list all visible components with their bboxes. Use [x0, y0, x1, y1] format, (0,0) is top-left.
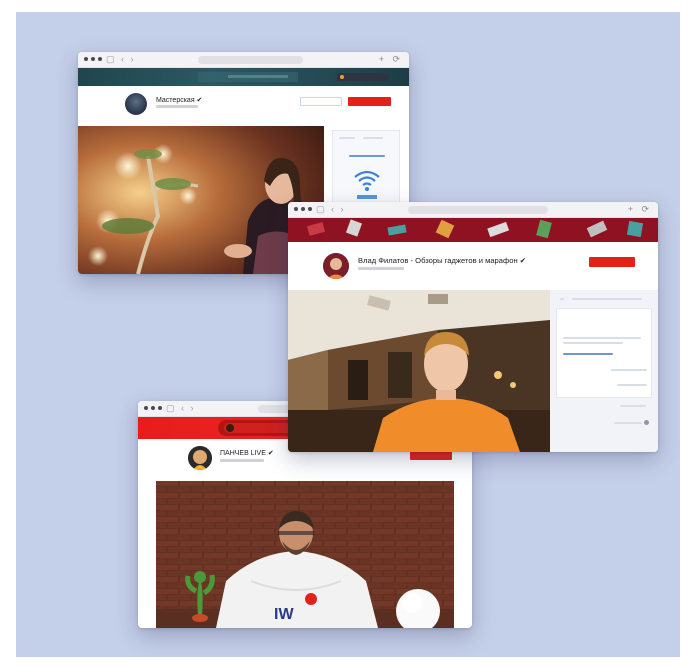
panel-heading [349, 155, 385, 157]
channel-avatar[interactable] [188, 446, 212, 470]
window-titlebar: ▢ ‹ › + ⟳ [288, 202, 658, 218]
channel-name[interactable]: ПАНЧЕВ LIVE ✔ [220, 449, 274, 457]
video-player[interactable] [288, 290, 550, 452]
promo-canvas: ▢ ‹ › + ⟳ Мастерская ✔ ▢ ‹ › ПАНЧЕВ LIVE… [16, 12, 680, 657]
channel-header: Влад Филатов - Обзоры гаджетов и марафон… [288, 242, 658, 290]
subscribe-button[interactable] [410, 451, 452, 460]
subscribe-button[interactable] [589, 257, 635, 267]
nav-icons[interactable]: ▢ ‹ › [316, 204, 346, 215]
channel-subscribers [156, 105, 198, 108]
chat-text [563, 342, 623, 344]
address-bar[interactable] [198, 56, 303, 64]
subscribe-button[interactable] [348, 97, 391, 106]
outline-button[interactable] [300, 97, 342, 106]
reload-icon[interactable]: + ⟳ [628, 204, 652, 215]
channel-name[interactable]: Влад Филатов - Обзоры гаджетов и марафон… [358, 256, 526, 265]
chat-text [563, 337, 641, 339]
nav-icons[interactable]: ▢ ‹ › [106, 54, 136, 65]
avatar-image [188, 446, 212, 470]
svg-text:IW: IW [274, 606, 294, 623]
chat-link[interactable] [563, 353, 613, 355]
panel-back-icon[interactable] [560, 298, 564, 300]
window-dots-icon[interactable] [84, 57, 102, 61]
reload-icon[interactable]: + ⟳ [379, 54, 403, 65]
wifi-icon [354, 170, 380, 199]
window-dots-icon[interactable] [294, 207, 312, 211]
video-frame: IW [156, 481, 454, 628]
nav-icons[interactable]: ▢ ‹ › [166, 403, 196, 414]
chat-avatar-icon [644, 420, 649, 425]
chat-card [556, 308, 652, 398]
avatar-image [323, 253, 349, 279]
channel-avatar[interactable] [125, 93, 147, 115]
channel-subscribers [358, 267, 404, 270]
chat-message [614, 422, 642, 424]
channel-avatar[interactable] [323, 253, 349, 279]
browser-window-2: ▢ ‹ › + ⟳ Влад Филатов - Обзоры гаджетов… [288, 202, 658, 452]
channel-header: Мастерская ✔ [78, 86, 409, 126]
chat-message [617, 384, 647, 386]
chat-panel [550, 290, 658, 452]
address-bar[interactable] [408, 206, 548, 214]
banner-link-tag[interactable] [337, 73, 389, 81]
channel-banner [288, 218, 658, 242]
panel-tab-1[interactable] [339, 137, 355, 139]
video-player[interactable]: IW [156, 481, 454, 628]
chat-message [611, 369, 647, 371]
channel-banner [78, 68, 409, 86]
banner-art [288, 218, 658, 242]
window-dots-icon[interactable] [144, 406, 162, 410]
channel-name[interactable]: Мастерская ✔ [156, 96, 202, 104]
panel-tab-2[interactable] [363, 137, 383, 139]
panel-title [572, 298, 642, 300]
chat-message [620, 405, 646, 407]
channel-subscribers [220, 459, 264, 462]
window-titlebar: ▢ ‹ › + ⟳ [78, 52, 409, 68]
video-frame [288, 290, 550, 452]
